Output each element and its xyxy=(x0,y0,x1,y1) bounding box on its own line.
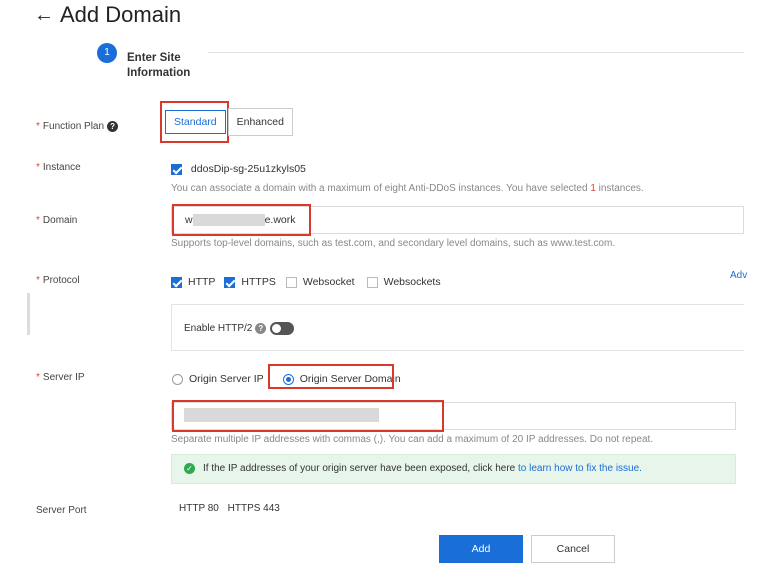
required-marker: * xyxy=(36,121,40,133)
instance-name: ddosDip-sg-25u1zkyls05 xyxy=(190,163,306,175)
http2-toggle[interactable] xyxy=(270,322,295,335)
page-title: Add Domain xyxy=(60,2,182,27)
redacted-block xyxy=(192,214,265,226)
domain-label: * Domain xyxy=(36,215,77,226)
http2-row: Enable HTTP/2 ? xyxy=(184,322,295,335)
server-ip-label-text: Server IP xyxy=(42,372,85,383)
server-ip-label: * Server IP xyxy=(36,372,85,383)
instance-checkbox[interactable] xyxy=(171,163,182,175)
add-button[interactable]: Add xyxy=(439,535,523,563)
cancel-button[interactable]: Cancel xyxy=(531,535,615,563)
websocket-checkbox[interactable] xyxy=(285,276,297,288)
page-header: ← Add Domain xyxy=(34,2,181,28)
server-port-values: HTTP 80 HTTPS 443 xyxy=(179,503,280,514)
domain-label-text: Domain xyxy=(42,215,78,226)
instance-hint: You can associate a domain with a maximu… xyxy=(171,183,644,194)
notice-text: If the IP addresses of your origin serve… xyxy=(203,463,518,474)
websockets-checkbox[interactable] xyxy=(366,276,378,288)
server-ip-hint: Separate multiple IP addresses with comm… xyxy=(171,434,654,445)
step-number-badge: 1 xyxy=(97,43,117,63)
advanced-settings-link[interactable]: Adv xyxy=(730,270,747,281)
function-plan-segmented: Standard Enhanced xyxy=(165,108,293,136)
instance-hint-text: You can associate a domain with a maximu… xyxy=(171,183,591,194)
help-icon[interactable]: ? xyxy=(107,121,119,132)
function-plan-label: * Function Plan? xyxy=(36,121,119,133)
required-marker: * xyxy=(36,275,40,286)
required-marker: * xyxy=(36,162,40,173)
websocket-label: Websocket xyxy=(302,276,355,288)
server-port-label: Server Port xyxy=(36,505,87,516)
required-marker: * xyxy=(36,215,40,226)
http-port: HTTP 80 xyxy=(179,503,219,514)
step-divider xyxy=(208,52,744,53)
plan-option-enhanced[interactable]: Enhanced xyxy=(227,108,293,136)
fix-issue-link[interactable]: to learn how to fix the issue. xyxy=(518,463,642,474)
exposure-notice: ✓ If the IP addresses of your origin serv… xyxy=(171,454,736,484)
scroll-indicator xyxy=(27,293,30,335)
domain-prefix: w xyxy=(185,214,193,226)
function-plan-label-text: Function Plan xyxy=(42,121,105,133)
protocol-options: HTTP HTTPS Websocket Websockets xyxy=(171,276,441,288)
instance-row: ddosDip-sg-25u1zkyls05 xyxy=(171,163,306,175)
instance-label: * Instance xyxy=(36,162,81,173)
protocol-label-text: Protocol xyxy=(42,275,80,286)
websockets-label: Websockets xyxy=(383,276,441,288)
domain-value: w e.work xyxy=(185,214,296,226)
https-port: HTTPS 443 xyxy=(227,503,280,514)
https-checkbox[interactable] xyxy=(224,276,236,288)
check-circle-icon: ✓ xyxy=(184,462,195,474)
protocol-label: * Protocol xyxy=(36,275,80,286)
step-label: Enter Site Information xyxy=(127,52,191,79)
origin-server-ip-label: Origin Server IP xyxy=(189,373,264,385)
domain-suffix: e.work xyxy=(264,214,296,226)
http2-label: Enable HTTP/2 xyxy=(184,323,253,334)
required-marker: * xyxy=(36,372,40,383)
http-checkbox[interactable] xyxy=(171,276,182,288)
https-label: HTTPS xyxy=(241,276,276,288)
instance-hint-tail: instances. xyxy=(595,183,644,194)
highlight-box xyxy=(268,364,394,389)
back-arrow-icon[interactable]: ← xyxy=(34,3,54,27)
plan-option-standard[interactable]: Standard xyxy=(165,110,226,134)
domain-hint: Supports top-level domains, such as test… xyxy=(171,238,616,249)
help-icon[interactable]: ? xyxy=(255,323,267,334)
http-label: HTTP xyxy=(188,276,216,288)
highlight-box xyxy=(172,400,444,432)
instance-label-text: Instance xyxy=(42,162,81,173)
origin-server-ip-radio[interactable] xyxy=(172,373,183,385)
